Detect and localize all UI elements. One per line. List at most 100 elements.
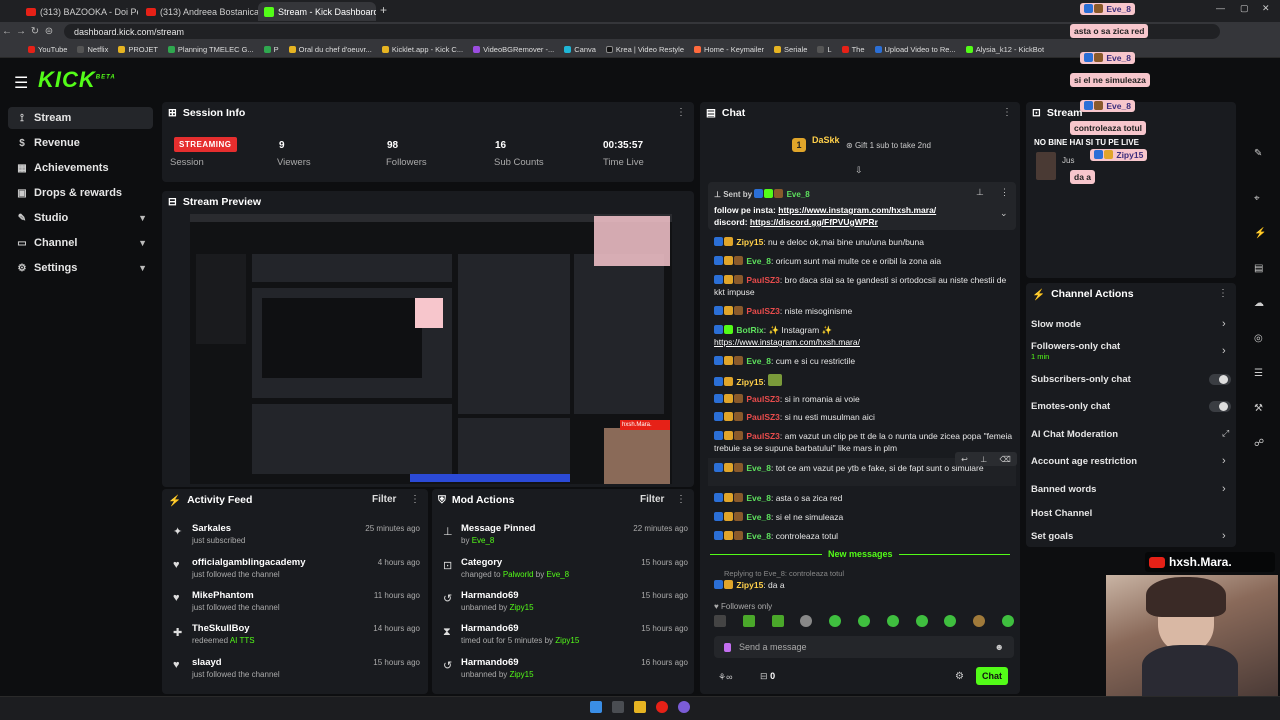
app-icon[interactable]: [678, 701, 690, 713]
activity-name[interactable]: slaayd: [192, 657, 222, 668]
chat-settings-icon[interactable]: ⚙: [955, 671, 964, 682]
reload-icon[interactable]: ↻: [28, 26, 42, 37]
browser-tab[interactable]: (313) Andreea Bostanica a Fos✕: [140, 2, 258, 21]
emote-icon[interactable]: [714, 615, 726, 627]
people-icon[interactable]: ☍: [1254, 438, 1264, 449]
pin-icon[interactable]: ⊥: [980, 455, 987, 464]
set-goals-action[interactable]: Set goals: [1031, 531, 1073, 542]
scan-icon[interactable]: ⌖: [1254, 193, 1260, 204]
delete-icon[interactable]: ⌫: [999, 455, 1010, 464]
edit-icon[interactable]: ✎: [1254, 148, 1262, 159]
mod-action-name[interactable]: Harmando69: [461, 623, 519, 634]
emote-icon[interactable]: [915, 615, 928, 627]
emote-icon[interactable]: [1001, 615, 1014, 627]
chat-link[interactable]: https://www.instagram.com/hxsh.mara/: [714, 337, 860, 347]
bookmark[interactable]: P: [263, 45, 279, 54]
chat-input[interactable]: Send a message ☻: [714, 636, 1014, 658]
host-channel-action[interactable]: Host Channel: [1031, 508, 1092, 519]
points[interactable]: ⊟ 0: [760, 671, 775, 682]
activity-name[interactable]: Sarkales: [192, 523, 231, 534]
pinned-link[interactable]: https://discord.gg/FfPVUgWPRr: [750, 217, 878, 227]
chevron-down-icon[interactable]: ⌄: [1000, 208, 1008, 219]
bookmark[interactable]: Home - Keymailer: [694, 45, 764, 54]
chevron-right-icon[interactable]: ›: [1222, 318, 1226, 330]
maximize-icon[interactable]: ▢: [1240, 3, 1249, 14]
mod-action-name[interactable]: Harmando69: [461, 590, 519, 601]
new-tab-icon[interactable]: +: [380, 3, 387, 17]
more-icon[interactable]: ⋮: [1000, 187, 1009, 198]
bookmark[interactable]: Canva: [564, 45, 596, 54]
bookmark[interactable]: YouTube: [28, 45, 67, 54]
sidebar-item-stream[interactable]: ⟟ Stream: [8, 107, 153, 129]
bookmark[interactable]: Planning TMELEC G...: [167, 45, 254, 54]
mod-action-name[interactable]: Harmando69: [461, 657, 519, 668]
emote-icon[interactable]: [857, 615, 870, 627]
bookmark[interactable]: VideoBGRemover -...: [473, 45, 554, 54]
bookmark[interactable]: Alysia_k12 - KickBot: [965, 45, 1044, 54]
flash-icon[interactable]: ⚡: [1254, 228, 1266, 239]
chat-message[interactable]: Eve_8: controleaza totul: [714, 530, 1014, 542]
activity-name[interactable]: MikePhantom: [192, 590, 254, 601]
chat-send-button[interactable]: Chat: [976, 667, 1008, 685]
bookmark[interactable]: Upload Video to Re...: [874, 45, 956, 54]
expand-icon[interactable]: ⇩: [855, 165, 863, 176]
chat-icon[interactable]: ☁: [1254, 298, 1264, 309]
broadcast-icon[interactable]: ◎: [1254, 333, 1263, 344]
mic-icon[interactable]: [724, 642, 731, 652]
chat-message[interactable]: PaulSZ3: si in romania ai voie: [714, 393, 1014, 405]
sidebar-item-revenue[interactable]: $ Revenue: [8, 132, 153, 154]
emote-icon[interactable]: [829, 615, 842, 627]
emote-icon[interactable]: [944, 615, 957, 627]
filter-button[interactable]: Filter: [372, 494, 396, 505]
chevron-right-icon[interactable]: ›: [1222, 483, 1226, 495]
more-icon[interactable]: ⋮: [410, 494, 420, 505]
bookmark[interactable]: The: [841, 45, 865, 54]
bookmark[interactable]: Oral du chef d'oeuvr...: [288, 45, 372, 54]
chat-message[interactable]: Zipy15:: [714, 374, 1014, 388]
forward-icon[interactable]: →: [14, 26, 28, 37]
emoji-icon[interactable]: ☻: [995, 642, 1004, 652]
more-icon[interactable]: ⋮: [676, 494, 686, 505]
bookmark[interactable]: Kicklet.app - Kick C...: [381, 45, 463, 54]
minimize-icon[interactable]: —: [1216, 3, 1225, 13]
emote-icon[interactable]: [800, 615, 813, 627]
subscribers-only-action[interactable]: Subscribers-only chat: [1031, 374, 1131, 385]
emote-icon[interactable]: [973, 615, 986, 627]
chat-message[interactable]: BotRix: ✨ Instagram ✨ https://www.instagr…: [714, 324, 1014, 348]
sidebar-item-studio[interactable]: ✎ Studio ▼: [8, 207, 153, 229]
chat-message[interactable]: PaulSZ3: si nu esti musulman aici: [714, 411, 1014, 423]
chevron-right-icon[interactable]: ›: [1222, 530, 1226, 542]
browser-tab[interactable]: (313) BAZOOKA - Doi Penali - Y✕: [20, 2, 138, 21]
more-icon[interactable]: ⋮: [1218, 288, 1228, 299]
chat-message[interactable]: Eve_8: asta o sa zica red: [714, 492, 1014, 504]
activity-name[interactable]: officialgamblingacademy: [192, 557, 306, 568]
followers-only-action[interactable]: Followers-only chat: [1031, 341, 1120, 352]
url-input[interactable]: dashboard.kick.com/stream: [64, 24, 1220, 39]
reply-icon[interactable]: ↩: [961, 455, 968, 464]
new-messages-label[interactable]: New messages: [822, 549, 899, 559]
bookmark[interactable]: L: [817, 45, 832, 54]
chevron-right-icon[interactable]: ›: [1222, 345, 1226, 357]
kick-logo[interactable]: KICKBETA: [38, 67, 116, 93]
sidebar-item-drops[interactable]: ▣ Drops & rewards: [8, 182, 153, 204]
external-link-icon[interactable]: ⤢: [1222, 428, 1229, 439]
window-close-icon[interactable]: ✕: [1262, 3, 1270, 14]
bookmark[interactable]: Seriale: [774, 45, 807, 54]
windows-start-icon[interactable]: [590, 701, 602, 713]
emotes-only-toggle[interactable]: [1209, 401, 1231, 412]
chevron-right-icon[interactable]: ›: [1222, 455, 1226, 467]
sidebar-item-achievements[interactable]: ▦ Achievements: [8, 157, 153, 179]
pinned-link[interactable]: https://www.instagram.com/hxsh.mara/: [778, 205, 936, 215]
emote-icon[interactable]: [771, 615, 784, 627]
bookmark[interactable]: Netflix: [77, 45, 108, 54]
unpin-icon[interactable]: ⊥: [976, 187, 984, 198]
clipboard-icon[interactable]: ▤: [1254, 263, 1263, 274]
bookmark[interactable]: Krea | Video Restyle: [605, 45, 684, 54]
banned-words-action[interactable]: Banned words: [1031, 484, 1096, 495]
chat-reply[interactable]: Zipy15: da a: [714, 579, 1014, 591]
account-age-action[interactable]: Account age restriction: [1031, 456, 1137, 467]
emotes-only-action[interactable]: Emotes-only chat: [1031, 401, 1110, 412]
site-info-icon[interactable]: ⊜: [42, 26, 56, 37]
chat-message[interactable]: Zipy15: nu e deloc ok,mai bine unu/una b…: [714, 236, 1014, 248]
sidebar-item-channel[interactable]: ▭ Channel ▼: [8, 232, 153, 254]
